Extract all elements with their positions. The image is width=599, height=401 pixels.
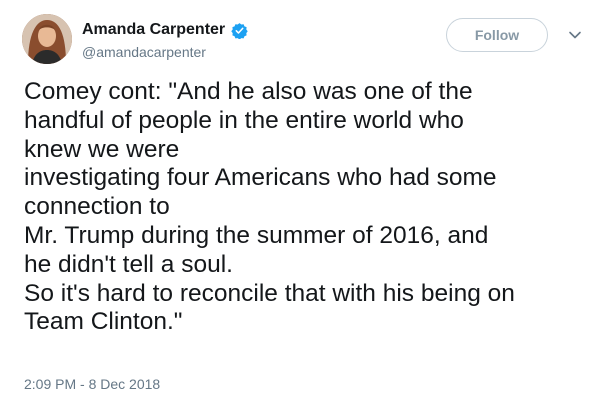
follow-button[interactable]: Follow: [446, 18, 548, 52]
author-handle[interactable]: @amandacarpenter: [82, 43, 248, 61]
display-name[interactable]: Amanda Carpenter: [82, 20, 225, 40]
avatar[interactable]: [22, 14, 72, 64]
tweet-text: Comey cont: "And he also was one of the …: [24, 78, 515, 336]
tweet-header: Amanda Carpenter @amandacarpenter Follow: [22, 14, 582, 66]
chevron-down-icon[interactable]: [568, 28, 582, 42]
author-info: Amanda Carpenter @amandacarpenter: [82, 20, 248, 61]
tweet-timestamp[interactable]: 2:09 PM - 8 Dec 2018: [24, 376, 160, 392]
verified-icon: [231, 22, 248, 39]
